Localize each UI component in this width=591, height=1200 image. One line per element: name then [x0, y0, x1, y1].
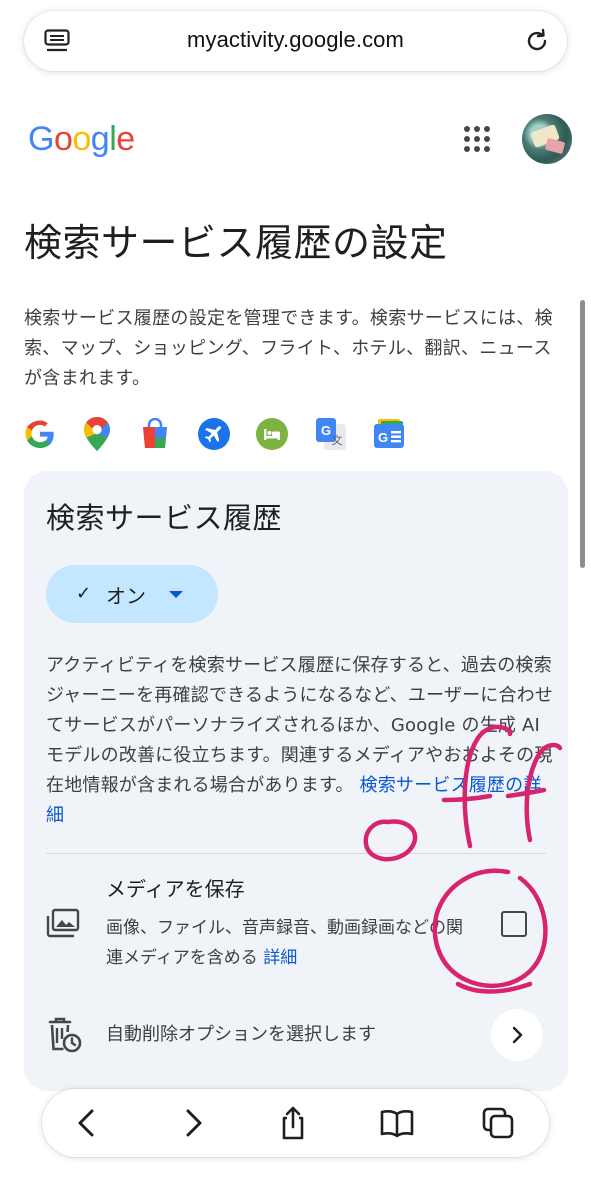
google-logo[interactable]: Google [28, 120, 135, 159]
divider [46, 853, 546, 854]
browser-toolbar [42, 1089, 549, 1157]
service-icons-row: G 文 G [24, 414, 430, 454]
apps-grid-icon[interactable] [462, 124, 492, 154]
forward-icon[interactable] [174, 1105, 210, 1141]
status-chip-label: オン [106, 584, 146, 608]
page-title: 検索サービス履歴の設定 [24, 221, 448, 265]
chevron-right-icon [512, 1026, 523, 1044]
maps-icon [82, 414, 140, 454]
scrollbar[interactable] [580, 300, 585, 568]
share-icon[interactable] [275, 1105, 311, 1141]
logo-letter: g [90, 120, 110, 158]
flights-icon [198, 414, 256, 454]
shopping-icon [140, 414, 198, 454]
profile-avatar[interactable] [522, 114, 572, 164]
save-media-title: メディアを保存 [106, 877, 245, 901]
back-icon[interactable] [70, 1105, 106, 1141]
media-library-icon [46, 908, 80, 938]
dropdown-caret-icon [169, 591, 183, 598]
svg-text:G: G [378, 430, 388, 445]
details-link[interactable]: 詳細 [263, 948, 297, 968]
logo-letter: e [116, 120, 135, 158]
bookmarks-icon[interactable] [379, 1105, 415, 1141]
save-media-description: 画像、ファイル、音声録音、動画録画などの関連メディアを含める 詳細 [106, 913, 466, 973]
page-description: 検索サービス履歴の設定を管理できます。検索サービスには、検索、マップ、ショッピン… [24, 308, 553, 389]
google-search-icon [24, 414, 82, 454]
translate-icon: G 文 [314, 414, 372, 454]
check-icon: ✓ [76, 583, 92, 604]
reload-icon[interactable] [523, 27, 551, 55]
auto-delete-icon [48, 1017, 82, 1053]
status-chip[interactable]: ✓ オン [46, 565, 218, 623]
auto-delete-chevron-button[interactable] [491, 1009, 543, 1061]
reader-mode-icon[interactable] [44, 29, 70, 53]
save-media-checkbox[interactable] [501, 911, 527, 937]
news-icon: G [372, 414, 430, 454]
hotels-icon [256, 414, 314, 454]
logo-letter: o [53, 120, 73, 158]
logo-letter: l [109, 120, 117, 158]
url-text[interactable]: myactivity.google.com [84, 27, 507, 53]
svg-text:文: 文 [332, 433, 343, 447]
auto-delete-label[interactable]: 自動削除オプションを選択します [106, 1020, 376, 1046]
card-description: アクティビティを検索サービス履歴に保存すると、過去の検索ジャーニーを再確認できる… [46, 651, 556, 831]
search-history-card: 検索サービス履歴 ✓ オン アクティビティを検索サービス履歴に保存すると、過去の… [24, 471, 568, 1091]
card-title: 検索サービス履歴 [46, 501, 283, 535]
tabs-icon[interactable] [480, 1105, 516, 1141]
svg-text:G: G [321, 423, 331, 438]
logo-letter: G [28, 120, 54, 158]
logo-letter: o [72, 120, 91, 158]
address-bar[interactable]: myactivity.google.com [24, 11, 567, 71]
